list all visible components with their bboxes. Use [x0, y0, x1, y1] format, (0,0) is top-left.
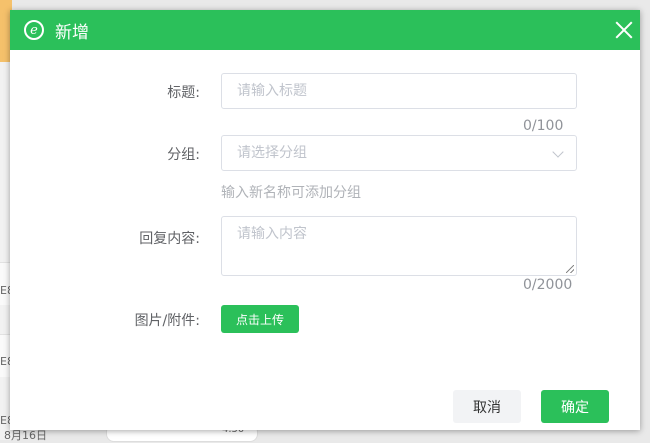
group-hint: 输入新名称可添加分组: [221, 185, 361, 201]
title-char-counter: 0/100: [523, 118, 564, 134]
app-logo-icon: e: [24, 20, 44, 40]
cancel-button[interactable]: 取消: [453, 390, 521, 423]
title-label: 标题:: [167, 85, 200, 101]
close-icon[interactable]: [614, 20, 634, 40]
upload-button[interactable]: 点击上传: [221, 305, 299, 333]
reply-char-counter: 0/2000: [523, 277, 573, 293]
group-select[interactable]: 请选择分组: [221, 135, 577, 171]
add-dialog: e 新增 标题: 请输入标题 0/100 分组: 请选择分组 输入新名称可添加分…: [10, 10, 640, 430]
group-label: 分组:: [167, 147, 200, 163]
group-select-placeholder: 请选择分组: [237, 145, 307, 161]
resize-handle-icon[interactable]: [566, 265, 574, 273]
dialog-title: 新增: [55, 22, 89, 43]
confirm-button[interactable]: 确定: [541, 390, 609, 423]
reply-textarea[interactable]: 请输入内容: [221, 216, 577, 276]
attachment-label: 图片/附件:: [134, 313, 200, 329]
dialog-header: e 新增: [10, 10, 640, 50]
reply-label: 回复内容:: [139, 231, 200, 247]
title-input[interactable]: 请输入标题: [221, 73, 577, 109]
chevron-down-icon: [552, 146, 564, 158]
reply-placeholder: 请输入内容: [237, 226, 307, 242]
